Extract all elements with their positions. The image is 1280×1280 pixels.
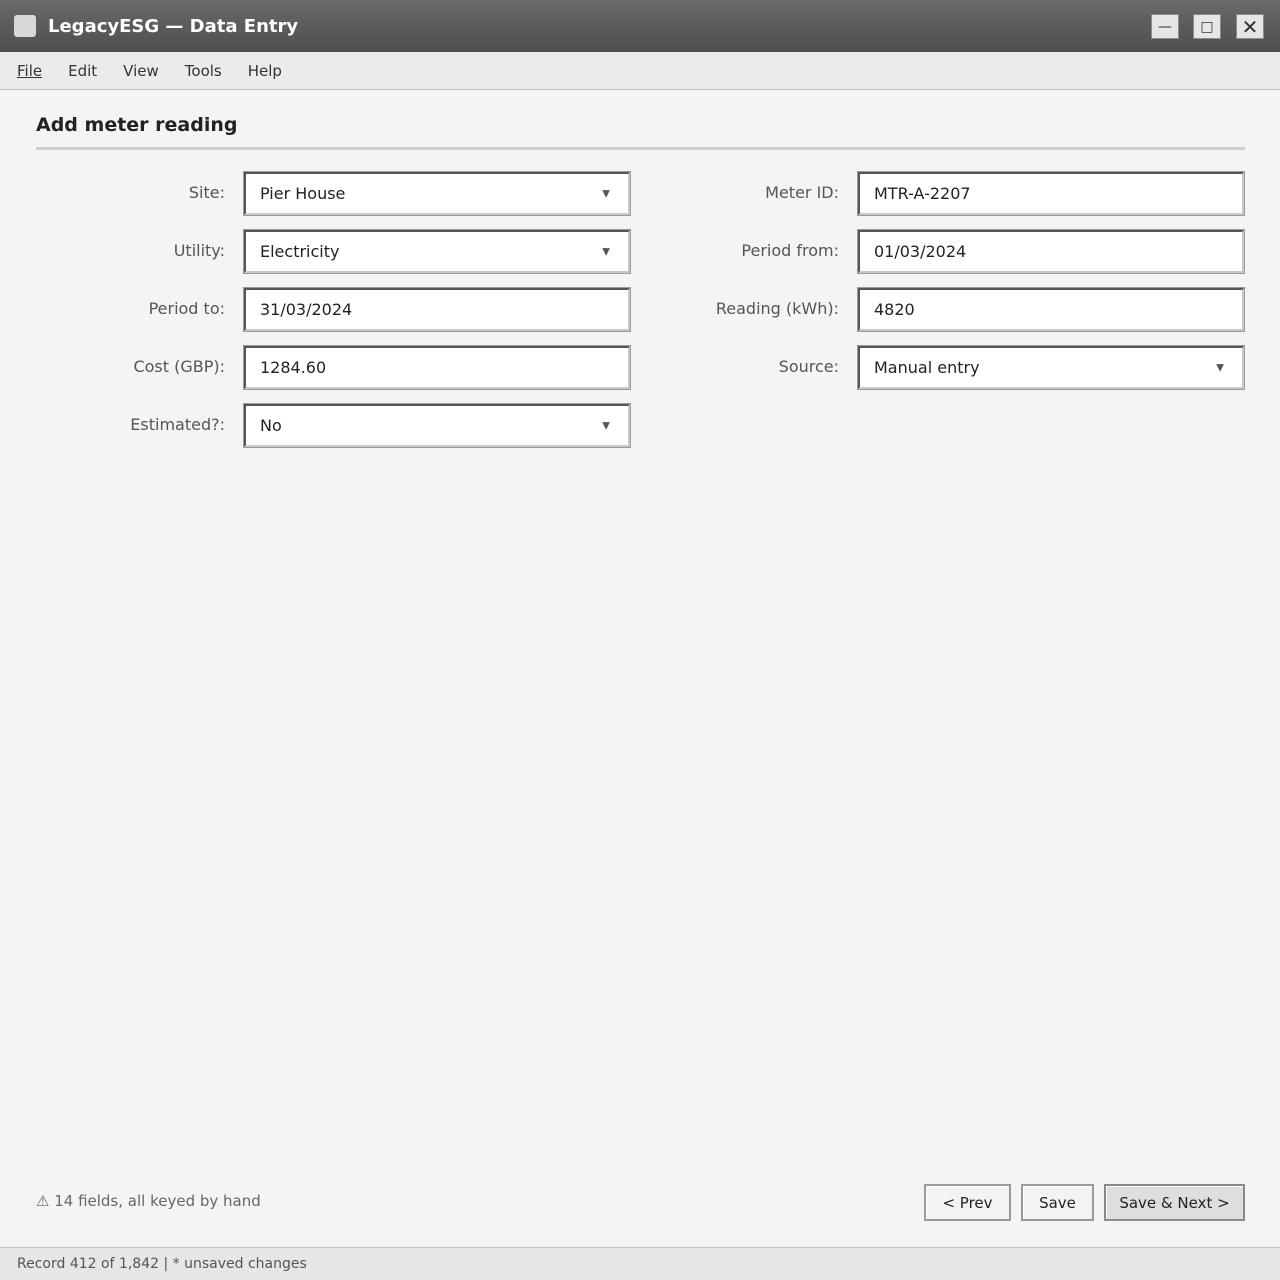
utility-label: Utility: — [173, 241, 225, 260]
meter-id-value: MTR-A-2207 — [874, 184, 971, 203]
menu-bar: File Edit View Tools Help — [0, 52, 1280, 90]
dropdown-arrow-icon[interactable]: ▼ — [602, 420, 610, 431]
cost-label: Cost (GBP): — [133, 357, 225, 376]
menu-view[interactable]: View — [123, 62, 159, 80]
dropdown-arrow-icon[interactable]: ▼ — [602, 246, 610, 257]
menu-edit[interactable]: Edit — [68, 62, 97, 80]
form-heading: Add meter reading — [36, 114, 238, 136]
reading-input[interactable]: 4820 — [858, 288, 1244, 331]
maximize-button[interactable]: □ — [1193, 14, 1221, 39]
period-to-input[interactable]: 31/03/2024 — [244, 288, 630, 331]
period-from-value: 01/03/2024 — [874, 242, 967, 261]
save-button[interactable]: Save — [1021, 1184, 1094, 1221]
estimated-value: No — [260, 416, 282, 435]
estimated-select[interactable]: No ▼ — [244, 404, 630, 447]
window-title: LegacyESG — Data Entry — [48, 15, 299, 37]
site-label: Site: — [188, 183, 225, 202]
reading-value: 4820 — [874, 300, 915, 319]
app-icon — [14, 15, 36, 37]
dropdown-arrow-icon[interactable]: ▼ — [1216, 362, 1224, 373]
utility-select[interactable]: Electricity ▼ — [244, 230, 630, 273]
reading-label: Reading (kWh): — [715, 299, 839, 318]
status-bar: Record 412 of 1,842 | * unsaved changes — [0, 1247, 1280, 1280]
source-value: Manual entry — [874, 358, 980, 377]
status-text: Record 412 of 1,842 | * unsaved changes — [17, 1256, 307, 1272]
estimated-label: Estimated?: — [130, 415, 225, 434]
source-select[interactable]: Manual entry ▼ — [858, 346, 1244, 389]
meter-id-label: Meter ID: — [765, 183, 839, 202]
heading-divider — [36, 147, 1245, 150]
dropdown-arrow-icon[interactable]: ▼ — [602, 188, 610, 199]
site-select[interactable]: Pier House ▼ — [244, 172, 630, 215]
period-from-input[interactable]: 01/03/2024 — [858, 230, 1244, 273]
menu-help[interactable]: Help — [248, 62, 282, 80]
menu-tools[interactable]: Tools — [185, 62, 222, 80]
utility-value: Electricity — [260, 242, 340, 261]
close-button[interactable]: ✕ — [1236, 14, 1264, 39]
period-to-value: 31/03/2024 — [260, 300, 353, 319]
meter-id-input[interactable]: MTR-A-2207 — [858, 172, 1244, 215]
site-value: Pier House — [260, 184, 346, 203]
prev-button[interactable]: < Prev — [924, 1184, 1011, 1221]
period-from-label: Period from: — [741, 241, 839, 260]
cost-input[interactable]: 1284.60 — [244, 346, 630, 389]
period-to-label: Period to: — [148, 299, 225, 318]
cost-value: 1284.60 — [260, 358, 327, 377]
fields-hint: ⚠ 14 fields, all keyed by hand — [36, 1192, 261, 1210]
source-label: Source: — [778, 357, 839, 376]
menu-file[interactable]: File — [17, 62, 42, 80]
minimize-button[interactable]: — — [1151, 14, 1179, 39]
save-next-button[interactable]: Save & Next > — [1104, 1184, 1245, 1221]
title-bar: LegacyESG — Data Entry — □ ✕ — [0, 0, 1280, 52]
